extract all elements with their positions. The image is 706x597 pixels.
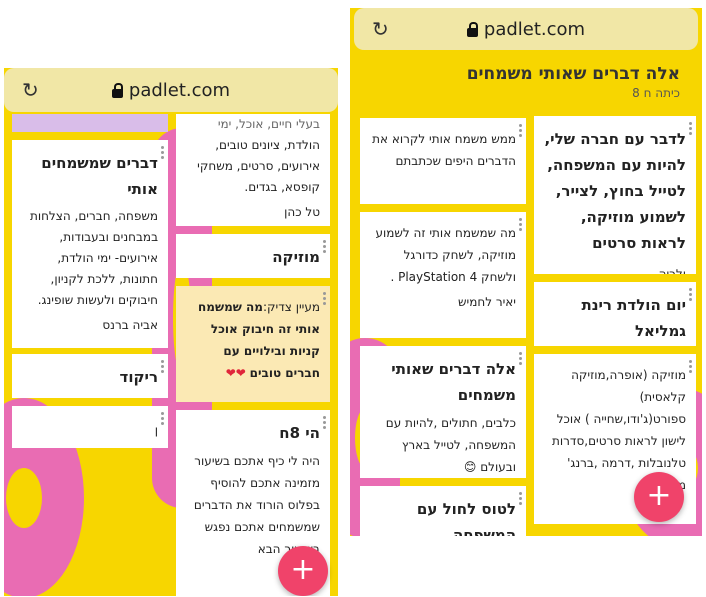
post-card[interactable]: מה שמשמח אותי זה לשמוע מוזיקה, לשחק כדור… — [360, 212, 526, 338]
left-screenshot: ↻ padlet.com דברים שמשמחים אותי משפחה, ח… — [4, 68, 338, 596]
url-text: padlet.com — [128, 79, 231, 101]
post-card[interactable]: לטוס לחול עם המשפחה — [360, 486, 526, 536]
more-options-icon[interactable] — [322, 292, 326, 307]
reload-icon[interactable]: ↻ — [22, 78, 39, 102]
post-title: הי 8ח — [279, 424, 320, 442]
post-card[interactable]: בעלי חיים, אוכל, ימי הולדת, ציונים טובים… — [176, 114, 330, 226]
page-subtitle: כיתה ח 8 — [632, 86, 680, 100]
add-post-button[interactable]: + — [278, 546, 328, 596]
post-title: מוזיקה — [272, 248, 320, 266]
address-bar[interactable]: ↻ padlet.com — [354, 8, 698, 50]
padlet-header: אלה דברים שאותי משמחים כיתה ח 8 — [467, 64, 680, 100]
post-card[interactable]: דברים שמשמחים אותי משפחה, חברים, הצלחות … — [12, 140, 168, 348]
post-card[interactable]: ן — [12, 406, 168, 448]
more-options-icon[interactable] — [518, 218, 522, 233]
more-options-icon[interactable] — [518, 492, 522, 507]
post-author: ולריה — [658, 267, 686, 274]
post-card[interactable]: אלה דברים שאותי משמחים כלבים, חתולים ,לה… — [360, 346, 526, 478]
post-body: מה שמשמח אותי זה לשמוע מוזיקה, לשחק כדור… — [375, 226, 516, 284]
hearts-emoji: ❤❤ — [225, 366, 246, 380]
post-author: אביה ברנס — [102, 318, 158, 332]
plus-icon: + — [290, 552, 316, 587]
post-title: דברים שמשמחים אותי — [41, 154, 158, 198]
more-options-icon[interactable] — [160, 360, 164, 375]
more-options-icon[interactable] — [322, 416, 326, 431]
post-title: ריקוד — [119, 368, 158, 386]
more-options-icon[interactable] — [518, 352, 522, 367]
more-options-icon[interactable] — [688, 122, 692, 137]
page-title: אלה דברים שאותי משמחים — [466, 64, 680, 84]
post-title: לטוס לחול עם המשפחה — [416, 500, 516, 536]
smile-emoji: 😊 — [463, 460, 477, 474]
more-options-icon[interactable] — [322, 240, 326, 255]
post-author: יאיר לחמיש — [458, 295, 516, 309]
address-bar[interactable]: ↻ padlet.com — [4, 68, 338, 112]
post-card[interactable]: ממש משמח אותי לקרוא את הדברים היפים שכתב… — [360, 118, 526, 204]
post-title: יום הולדת רינת גמליאל — [581, 296, 686, 340]
more-options-icon[interactable] — [688, 288, 692, 303]
post-author: מעיין צדיק: — [262, 300, 320, 314]
post-card[interactable]: לדבר עם חברה שלי, להיות עם המשפחה, לטייל… — [534, 116, 696, 274]
more-options-icon[interactable] — [518, 124, 522, 139]
lock-icon — [111, 82, 123, 98]
post-title: ן — [154, 423, 158, 437]
post-card[interactable]: מוזיקה — [176, 234, 330, 278]
post-body: הולדת, ציונים טובים, אירועים, סרטים, משח… — [197, 138, 320, 194]
post-author: טל כהן — [284, 205, 320, 219]
url-text: padlet.com — [483, 18, 586, 40]
add-post-button[interactable]: + — [634, 472, 684, 522]
more-options-icon[interactable] — [688, 360, 692, 375]
lock-icon — [466, 21, 478, 37]
post-body: היה לי כיף אתכם בשיעור מזמינה אתכם להוסי… — [193, 454, 320, 556]
post-body: משפחה, חברים, הצלחות במבחנים ובעבודות, א… — [29, 209, 158, 307]
post-body: ממש משמח אותי לקרוא את הדברים היפים שכתב… — [372, 132, 516, 168]
more-options-icon[interactable] — [160, 146, 164, 161]
purple-card[interactable] — [12, 114, 168, 132]
post-body: כלבים, חתולים ,להיות עם המשפחה, לטייל בא… — [385, 416, 516, 474]
note-card[interactable]: מעיין צדיק:מה שמשמח אותי זה חיבוק אוכל ק… — [176, 286, 330, 402]
plus-icon: + — [646, 478, 672, 513]
reload-icon[interactable]: ↻ — [372, 17, 389, 41]
post-title: לדבר עם חברה שלי, להיות עם המשפחה, לטייל… — [544, 130, 686, 252]
right-screenshot: ↻ padlet.com אלה דברים שאותי משמחים כיתה… — [350, 8, 702, 536]
post-card[interactable]: ריקוד — [12, 354, 168, 398]
more-options-icon[interactable] — [160, 412, 164, 427]
post-title: אלה דברים שאותי משמחים — [391, 360, 516, 404]
post-card[interactable]: יום הולדת רינת גמליאל — [534, 282, 696, 346]
post-body: בעלי חיים, אוכל, ימי — [217, 117, 320, 131]
